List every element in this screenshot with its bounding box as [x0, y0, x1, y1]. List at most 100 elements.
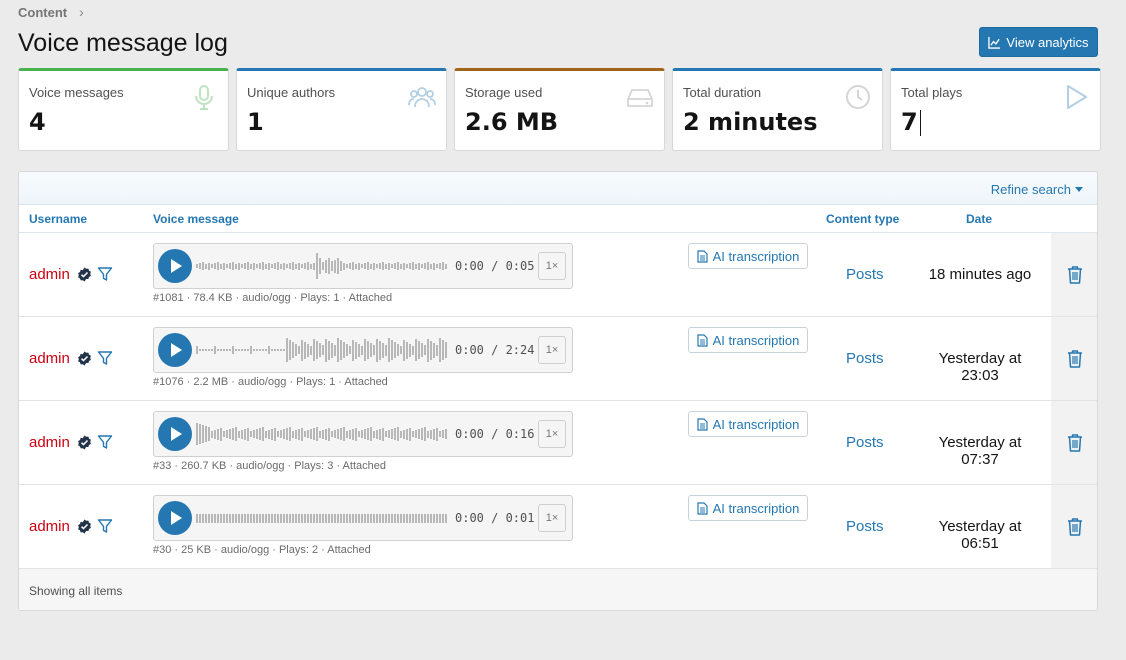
stat-value: 2 minutes	[683, 108, 818, 136]
audio-player: 0:00 / 0:05 1×	[153, 243, 573, 289]
hard-drive-icon	[627, 89, 653, 107]
chevron-right-icon: ›	[79, 4, 84, 20]
clock-icon	[846, 85, 870, 109]
table-row: admin 0:00 / 0:05 1× #1081 · 78.4 KB · a…	[19, 233, 1097, 317]
audio-player: 0:00 / 0:16 1×	[153, 411, 573, 457]
ai-transcription-label: AI transcription	[712, 416, 800, 432]
text-caret	[919, 110, 921, 136]
delete-button[interactable]	[1051, 233, 1097, 316]
content-type-link[interactable]: Posts	[846, 350, 884, 367]
trash-icon	[1067, 434, 1082, 452]
page-title: Voice message log	[18, 29, 228, 57]
stats-bar: Voice messages 4 Unique authors 1 Storag…	[18, 68, 1101, 151]
audio-player: 0:00 / 2:24 1×	[153, 327, 573, 373]
verified-badge-icon	[78, 519, 91, 534]
stat-storage-used: Storage used 2.6 MB	[454, 68, 665, 151]
username-link[interactable]: admin	[29, 350, 70, 367]
filter-icon[interactable]	[97, 518, 113, 534]
col-username[interactable]: Username	[29, 212, 87, 226]
stat-value: 2.6 MB	[465, 108, 559, 136]
playback-time: 0:00 / 0:05	[455, 259, 535, 273]
table-row: admin 0:00 / 0:16 1× #33 · 260.7 KB · au…	[19, 401, 1097, 485]
stat-total-plays: Total plays 7	[890, 68, 1101, 151]
attachment-meta: #33 · 260.7 KB · audio/ogg · Plays: 3 · …	[153, 460, 386, 472]
refine-search-label: Refine search	[990, 182, 1071, 197]
date-text: 18 minutes ago	[928, 266, 1032, 283]
filter-icon[interactable]	[97, 266, 113, 282]
view-analytics-label: View analytics	[1006, 34, 1089, 50]
table-footer: Showing all items	[19, 568, 1097, 610]
caret-down-icon	[1075, 187, 1083, 192]
breadcrumb-content-link[interactable]: Content	[18, 5, 67, 20]
table-header: Username Voice message Content type Date	[19, 205, 1097, 233]
waveform[interactable]	[196, 503, 450, 533]
username-link[interactable]: admin	[29, 518, 70, 535]
stat-value: 7	[901, 108, 1100, 136]
date-text: Yesterday at 06:51	[938, 518, 1022, 552]
playback-speed-button[interactable]: 1×	[538, 252, 566, 280]
playback-time: 0:00 / 2:24	[455, 343, 535, 357]
filter-icon[interactable]	[97, 350, 113, 366]
ai-transcription-button[interactable]: AI transcription	[688, 495, 808, 521]
stat-unique-authors: Unique authors 1	[236, 68, 447, 151]
playback-time: 0:00 / 0:16	[455, 427, 535, 441]
attachment-meta: #1081 · 78.4 KB · audio/ogg · Plays: 1 ·…	[153, 292, 393, 304]
filter-icon[interactable]	[97, 434, 113, 450]
trash-icon	[1067, 266, 1082, 284]
play-button[interactable]	[158, 333, 192, 367]
content-type-link[interactable]: Posts	[846, 434, 884, 451]
attachment-meta: #30 · 25 KB · audio/ogg · Plays: 2 · Att…	[153, 544, 371, 556]
ai-transcription-label: AI transcription	[712, 500, 800, 516]
play-icon	[1067, 85, 1087, 109]
ai-transcription-label: AI transcription	[712, 248, 800, 264]
document-icon	[697, 249, 708, 263]
play-button[interactable]	[158, 417, 192, 451]
date-text: Yesterday at 23:03	[938, 350, 1022, 384]
users-icon	[408, 87, 436, 108]
content-type-link[interactable]: Posts	[846, 266, 884, 283]
waveform[interactable]	[196, 251, 450, 281]
document-icon	[697, 417, 708, 431]
playback-speed-button[interactable]: 1×	[538, 420, 566, 448]
table-row: admin 0:00 / 0:01 1× #30 · 25 KB · audio…	[19, 485, 1097, 569]
verified-badge-icon	[78, 435, 91, 450]
refine-search-button[interactable]: Refine search	[991, 182, 1083, 197]
content-type-link[interactable]: Posts	[846, 518, 884, 535]
playback-speed-button[interactable]: 1×	[538, 504, 566, 532]
breadcrumb: Content ›	[18, 4, 84, 20]
attachment-meta: #1076 · 2.2 MB · audio/ogg · Plays: 1 · …	[153, 376, 388, 388]
trash-icon	[1067, 350, 1082, 368]
verified-badge-icon	[78, 351, 91, 366]
document-icon	[697, 501, 708, 515]
delete-button[interactable]	[1051, 485, 1097, 568]
username-link[interactable]: admin	[29, 434, 70, 451]
view-analytics-button[interactable]: View analytics	[979, 27, 1098, 57]
ai-transcription-button[interactable]: AI transcription	[688, 327, 808, 353]
document-icon	[697, 333, 708, 347]
table-row: admin 0:00 / 2:24 1× #1076 · 2.2 MB · au…	[19, 317, 1097, 401]
play-button[interactable]	[158, 249, 192, 283]
playback-speed-button[interactable]: 1×	[538, 336, 566, 364]
delete-button[interactable]	[1051, 401, 1097, 484]
col-date[interactable]: Date	[966, 212, 992, 226]
waveform[interactable]	[196, 419, 450, 449]
stat-value: 4	[29, 108, 46, 136]
waveform[interactable]	[196, 335, 450, 365]
date-text: Yesterday at 07:37	[938, 434, 1022, 468]
username-link[interactable]: admin	[29, 266, 70, 283]
play-button[interactable]	[158, 501, 192, 535]
voice-message-table: Refine search Username Voice message Con…	[18, 171, 1098, 611]
col-voice-message[interactable]: Voice message	[153, 212, 239, 226]
col-content-type[interactable]: Content type	[826, 212, 899, 226]
microphone-icon	[195, 85, 213, 110]
ai-transcription-label: AI transcription	[712, 332, 800, 348]
filter-bar: Refine search	[19, 172, 1097, 205]
stat-value: 1	[247, 108, 264, 136]
ai-transcription-button[interactable]: AI transcription	[688, 411, 808, 437]
trash-icon	[1067, 518, 1082, 536]
stat-voice-messages: Voice messages 4	[18, 68, 229, 151]
verified-badge-icon	[78, 267, 91, 282]
ai-transcription-button[interactable]: AI transcription	[688, 243, 808, 269]
delete-button[interactable]	[1051, 317, 1097, 400]
stat-total-duration: Total duration 2 minutes	[672, 68, 883, 151]
